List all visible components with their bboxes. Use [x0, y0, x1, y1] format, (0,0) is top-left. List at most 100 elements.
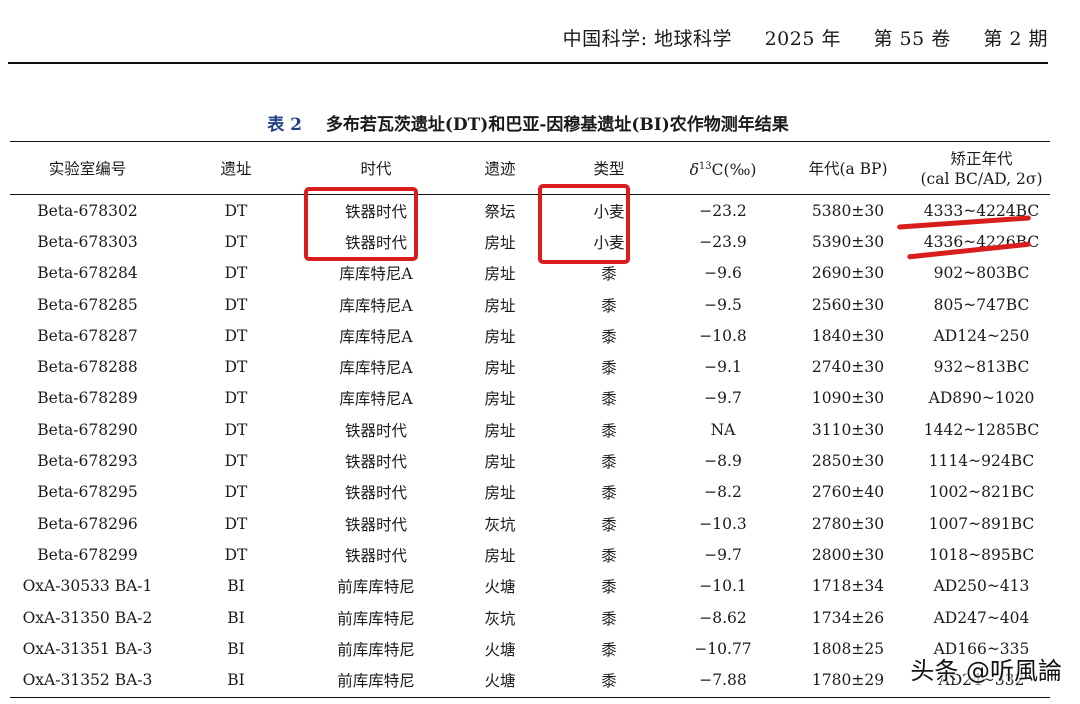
- cell-feature: 房址: [484, 484, 516, 503]
- table-row: Beta-678284 DT 库库特尼A 房址黍 −9.6 2690±30 902~803B…: [10, 258, 1050, 289]
- cell-delta13c: −9.6: [704, 264, 742, 283]
- cell-delta13c: −10.8: [699, 326, 747, 345]
- cell-site: BI: [227, 577, 245, 596]
- cell-period: 库库特尼A: [339, 296, 413, 315]
- table-row: OxA-30533 BA-1 BI 前库库特尼 火塘 黍 −10.1 1718±34 AD25…: [10, 571, 1050, 602]
- cell-feature: 房址: [484, 546, 516, 565]
- cell-site: BI: [227, 671, 245, 690]
- cell-calibrated-age: AD890~1020: [928, 389, 1035, 408]
- cell-type: 黍: [601, 609, 617, 628]
- cell-period: 前库库特尼: [337, 640, 415, 659]
- cell-age: 1090±30: [811, 389, 885, 408]
- cell-age: 1808±25: [811, 639, 885, 658]
- cell-feature: 房址: [484, 359, 516, 378]
- cell-period: 前库库特尼: [337, 609, 415, 628]
- cell-type: 黍: [601, 421, 617, 440]
- cell-period: 库库特尼A: [339, 327, 413, 346]
- cell-site: BI: [227, 608, 245, 627]
- cell-site: DT: [224, 514, 248, 533]
- cell-period: 库库特尼A: [339, 359, 413, 378]
- cell-period: 铁器时代: [344, 453, 407, 472]
- cell-feature: 房址: [484, 296, 516, 315]
- table-caption: 表 2 多布若瓦茨遗址(DT)和巴亚-因穆基遗址(BI)农作物测年结果: [0, 110, 1056, 135]
- journal-issue: 第 2 期: [983, 28, 1048, 50]
- cell-type: 黍: [601, 578, 617, 597]
- cell-delta13c: −8.62: [699, 608, 747, 627]
- cell-age: 2760±40: [811, 483, 885, 502]
- cal-header-line1: 矫正年代: [950, 149, 1013, 168]
- table-row: Beta-678299 DT 铁器时代 房址 黍 −9.7 2800±30 1018~895B…: [10, 539, 1050, 570]
- cell-age: 1734±26: [811, 608, 885, 627]
- cell-calibrated-age: 1018~895BC: [928, 545, 1035, 564]
- col-header-delta13c: δ13C(‰): [663, 142, 783, 195]
- cell-feature: 火塘: [484, 672, 516, 691]
- cell-lab-id: Beta-678285: [37, 295, 138, 314]
- cell-site: DT: [224, 452, 248, 471]
- cell-calibrated-age: 805~747BC: [933, 295, 1030, 314]
- cell-site: DT: [224, 326, 248, 345]
- cell-delta13c: −10.3: [699, 514, 747, 533]
- cell-type: 黍: [601, 515, 617, 534]
- cell-calibrated-age: 1114~924BC: [928, 452, 1035, 471]
- delta-symbol: δ: [689, 161, 699, 180]
- cell-delta13c: −9.7: [704, 389, 742, 408]
- cell-type: 黍: [601, 327, 617, 346]
- cell-site: DT: [224, 483, 248, 502]
- table-row: Beta-678288 DT 库库特尼A 房址 黍 −9.1 2740±30 932~813B…: [10, 351, 1050, 382]
- table-row: Beta-678302 DT 铁器时代 祭坛 小麦 −23.2 5380±30 4333~42…: [10, 195, 1050, 226]
- cell-period: 铁器时代: [344, 484, 407, 503]
- cell-age: 1718±34: [811, 577, 885, 596]
- cell-delta13c: −23.9: [699, 232, 747, 251]
- cell-period: 铁器时代: [344, 546, 407, 565]
- journal-header: 中国科学: 地球科学 2025 年 第 55 卷 第 2 期: [563, 24, 1048, 51]
- cell-age: 2560±30: [811, 295, 885, 314]
- col-header-age: 年代(a BP): [808, 159, 888, 178]
- cell-site: DT: [224, 264, 248, 283]
- cell-calibrated-age: AD250~413: [933, 577, 1030, 596]
- cell-delta13c: NA: [710, 420, 736, 439]
- cell-feature: 房址: [484, 453, 516, 472]
- cell-site: DT: [224, 232, 248, 251]
- cell-lab-id: Beta-678284: [37, 264, 138, 283]
- cell-site: DT: [224, 358, 248, 377]
- header-row: 实验室编号 遗址 时代 遗迹 类型 δ13C(‰) 年代(a BP) 矫正年代(…: [10, 142, 1050, 195]
- cell-lab-id: Beta-678289: [37, 389, 138, 408]
- cell-calibrated-age: 1002~821BC: [928, 483, 1035, 502]
- cell-site: DT: [224, 545, 248, 564]
- col-header-calibrated: 矫正年代 (cal BC/AD, 2σ): [913, 142, 1050, 195]
- cell-age: 2850±30: [811, 452, 885, 471]
- cell-calibrated-age: 902~803BC: [933, 264, 1030, 283]
- cell-type: 黍: [601, 453, 617, 472]
- cell-lab-id: Beta-678299: [37, 545, 138, 564]
- table-row: Beta-678303 DT 铁器时代 房址 小麦 −23.9 5390±30 4336~42…: [10, 226, 1050, 257]
- cell-type: 黍: [601, 359, 617, 378]
- cell-delta13c: −9.5: [704, 295, 742, 314]
- cell-lab-id: Beta-678302: [37, 201, 138, 220]
- cell-feature: 房址: [484, 421, 516, 440]
- table-number: 表 2: [267, 115, 302, 135]
- cell-delta13c: −9.7: [704, 545, 742, 564]
- cell-age: 1780±29: [811, 671, 885, 690]
- table-row: Beta-678293 DT 铁器时代 房址 黍 −8.9 2850±30 1114~924B…: [10, 445, 1050, 476]
- cell-lab-id: OxA-31351 BA-3: [22, 639, 153, 658]
- cell-feature: 房址: [484, 327, 516, 346]
- cell-site: DT: [224, 420, 248, 439]
- col-header-lab-id: 实验室编号: [48, 159, 127, 178]
- period-highlight-box: [304, 187, 418, 261]
- cell-delta13c: −7.88: [699, 671, 747, 690]
- cell-lab-id: Beta-678296: [37, 514, 138, 533]
- cell-feature: 火塘: [484, 578, 516, 597]
- cell-period: 库库特尼A: [339, 390, 413, 409]
- cell-lab-id: Beta-678288: [37, 358, 138, 377]
- cell-site: DT: [224, 389, 248, 408]
- cell-feature: 灰坑: [484, 515, 516, 534]
- watermark: 头条 @听風論: [910, 657, 1062, 685]
- cell-calibrated-age: 932~813BC: [933, 358, 1030, 377]
- cell-lab-id: OxA-31352 BA-3: [22, 671, 153, 690]
- cell-site: DT: [224, 201, 248, 220]
- cell-site: BI: [227, 639, 245, 658]
- cell-calibrated-age: 1442~1285BC: [923, 420, 1040, 439]
- cell-lab-id: OxA-31350 BA-2: [22, 608, 153, 627]
- cell-age: 3110±30: [811, 420, 885, 439]
- cell-feature: 房址: [484, 390, 516, 409]
